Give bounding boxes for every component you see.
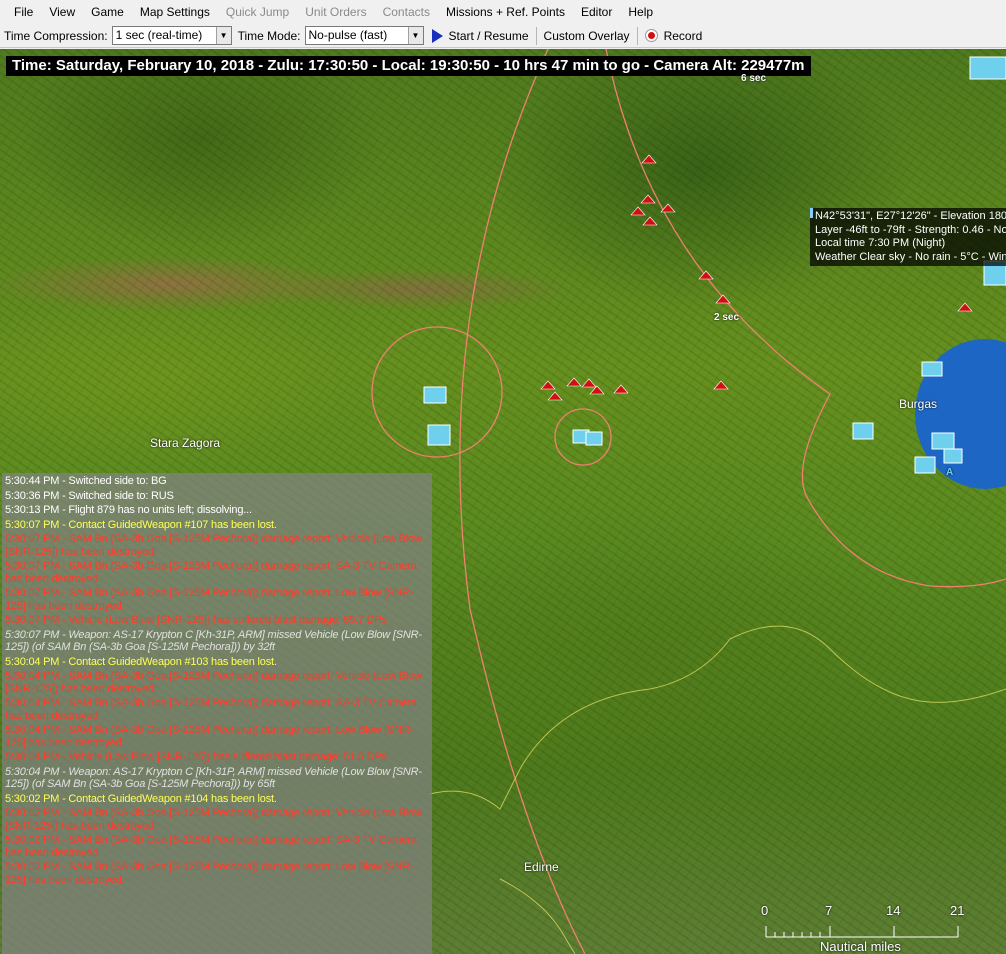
sam-site-icon[interactable] — [423, 386, 447, 404]
sam-site-icon[interactable] — [585, 431, 603, 446]
scale-bar: 0 7 14 21 Nautical miles — [758, 903, 978, 954]
time-mode-value: No-pulse (fast) — [308, 28, 388, 42]
play-icon — [431, 28, 443, 43]
time-status-bar: Time: Saturday, February 10, 2018 - Zulu… — [6, 56, 811, 76]
hostile-aircraft-icon[interactable] — [698, 270, 714, 280]
menu-bar: File View Game Map Settings Quick Jump U… — [0, 0, 1006, 24]
start-resume-label: Start / Resume — [448, 28, 529, 43]
log-entry: 5:30:07 PM - Vehicle (Low Blow [SNR-125]… — [5, 614, 387, 626]
chevron-down-icon[interactable]: ▼ — [407, 27, 423, 44]
unit-group-icon[interactable] — [969, 56, 1006, 80]
hostile-aircraft-icon[interactable] — [713, 380, 729, 390]
log-entry: 5:30:02 PM - Contact GuidedWeapon #104 h… — [5, 792, 277, 805]
border-line — [499, 878, 576, 954]
menu-map-settings[interactable]: Map Settings — [132, 0, 218, 24]
time-compression-label: Time Compression: — [4, 28, 108, 43]
hostile-aircraft-icon[interactable] — [547, 391, 563, 401]
log-entry: 5:30:02 PM - SAM Bn (SA-3b Goa [S-125M P… — [5, 861, 414, 886]
start-resume-button[interactable]: Start / Resume — [430, 28, 531, 43]
log-entry: 5:30:44 PM - Switched side to: BG — [5, 475, 167, 487]
tactical-map[interactable]: Time: Saturday, February 10, 2018 - Zulu… — [0, 49, 1006, 954]
record-icon — [644, 29, 658, 42]
scale-tick-label: 14 — [886, 903, 901, 918]
menu-game[interactable]: Game — [83, 0, 132, 24]
hostile-aircraft-icon[interactable] — [613, 384, 629, 394]
log-entry: 5:30:36 PM - Switched side to: RUS — [5, 489, 174, 502]
cursor-marker-icon — [810, 208, 813, 218]
hostile-aircraft-icon[interactable] — [660, 203, 676, 213]
timer-label: 6 sec — [741, 73, 767, 84]
message-log[interactable]: 5:30:44 PM - Switched side to: BG 5:30:3… — [2, 473, 432, 954]
unit-group-icon[interactable] — [931, 432, 955, 450]
custom-overlay-button[interactable]: Custom Overlay — [542, 29, 632, 43]
location-info-box: N42°53'31", E27°12'26" - Elevation 180ft… — [810, 208, 1006, 266]
hostile-aircraft-icon[interactable] — [715, 294, 731, 304]
scale-tick-label: 7 — [825, 903, 833, 918]
time-mode-select[interactable]: No-pulse (fast) ▼ — [304, 26, 424, 45]
menu-quick-jump[interactable]: Quick Jump — [218, 0, 297, 24]
sam-site-icon[interactable] — [943, 448, 963, 464]
menu-missions-ref-points[interactable]: Missions + Ref. Points — [438, 0, 573, 24]
record-button[interactable]: Record — [643, 29, 705, 43]
menu-editor[interactable]: Editor — [573, 0, 620, 24]
log-entry: 5:30:04 PM - SAM Bn (SA-3b Goa [S-125M P… — [5, 670, 422, 695]
menu-file[interactable]: File — [6, 0, 41, 24]
hostile-aircraft-icon[interactable] — [640, 194, 656, 204]
log-entry: 5:30:04 PM - SAM Bn (SA-3b Goa [S-125M P… — [5, 697, 417, 722]
info-weather: Weather Clear sky - No rain - 5°C - Wind — [815, 250, 1006, 263]
scale-unit-label: Nautical miles — [820, 939, 901, 954]
hostile-aircraft-icon[interactable] — [957, 302, 973, 312]
info-local-time: Local time 7:30 PM (Night) — [815, 237, 946, 249]
timer-label: 2 sec — [714, 312, 740, 323]
airbase-icon[interactable] — [921, 361, 943, 377]
city-label-edirne: Edirne — [524, 860, 559, 874]
toolbar-divider — [636, 26, 638, 45]
log-entry: 5:30:02 PM - SAM Bn (SA-3b Goa [S-125M P… — [5, 807, 422, 832]
scale-tick-label: 0 — [761, 903, 769, 918]
info-layer: Layer -46ft to -79ft - Strength: 0.46 - … — [815, 223, 1006, 236]
sam-site-icon[interactable] — [427, 424, 451, 446]
log-entry: 5:30:02 PM - SAM Bn (SA-3b Goa [S-125M P… — [5, 834, 417, 859]
city-label-stara-zagora: Stara Zagora — [150, 436, 221, 450]
unit-letter: A — [946, 467, 954, 478]
toolbar: Time Compression: 1 sec (real-time) ▼ Ti… — [0, 24, 1006, 48]
scale-tick-label: 21 — [950, 903, 965, 918]
hostile-aircraft-icon[interactable] — [566, 377, 582, 387]
hostile-aircraft-icon[interactable] — [540, 380, 556, 390]
sam-site-icon[interactable] — [914, 456, 936, 474]
info-coordinates: N42°53'31", E27°12'26" - Elevation 180ft — [815, 210, 1006, 222]
hostile-units — [540, 154, 973, 401]
custom-overlay-label: Custom Overlay — [543, 28, 630, 43]
record-label: Record — [663, 28, 703, 43]
log-entry: 5:30:04 PM - Weapon: AS-17 Krypton C [Kh… — [5, 765, 422, 791]
time-mode-label: Time Mode: — [237, 28, 301, 43]
toolbar-divider — [535, 26, 537, 45]
city-label-burgas: Burgas — [899, 397, 938, 411]
menu-help[interactable]: Help — [620, 0, 661, 24]
range-ring-large-right — [605, 49, 1006, 588]
menu-view[interactable]: View — [41, 0, 83, 24]
menu-contacts[interactable]: Contacts — [375, 0, 438, 24]
log-entry: 5:30:07 PM - Contact GuidedWeapon #107 h… — [5, 518, 277, 531]
chevron-down-icon[interactable]: ▼ — [215, 27, 231, 44]
time-compression-value: 1 sec (real-time) — [115, 28, 203, 42]
log-entry: 5:30:04 PM - Vehicle (Low Blow [SNR-125]… — [5, 751, 387, 763]
sam-site-icon[interactable] — [852, 422, 874, 440]
log-entry: 5:30:07 PM - SAM Bn (SA-3b Goa [S-125M P… — [5, 587, 414, 612]
range-ring-large-left — [459, 49, 586, 954]
time-compression-select[interactable]: 1 sec (real-time) ▼ — [111, 26, 232, 45]
log-entry: 5:30:04 PM - Contact GuidedWeapon #103 h… — [5, 655, 277, 668]
hostile-aircraft-icon[interactable] — [642, 216, 658, 226]
log-entry: 5:30:13 PM - Flight 879 has no units lef… — [5, 504, 252, 516]
hostile-aircraft-icon[interactable] — [630, 206, 646, 216]
hostile-aircraft-icon[interactable] — [581, 378, 597, 388]
log-entry: 5:30:04 PM - SAM Bn (SA-3b Goa [S-125M P… — [5, 724, 414, 749]
log-entry: 5:30:07 PM - Weapon: AS-17 Krypton C [Kh… — [5, 628, 422, 654]
log-entry: 5:30:07 PM - SAM Bn (SA-3b Goa [S-125M P… — [5, 560, 417, 585]
menu-unit-orders[interactable]: Unit Orders — [297, 0, 374, 24]
hostile-aircraft-icon[interactable] — [641, 154, 657, 164]
log-entry: 5:30:07 PM - SAM Bn (SA-3b Goa [S-125M P… — [5, 533, 422, 558]
